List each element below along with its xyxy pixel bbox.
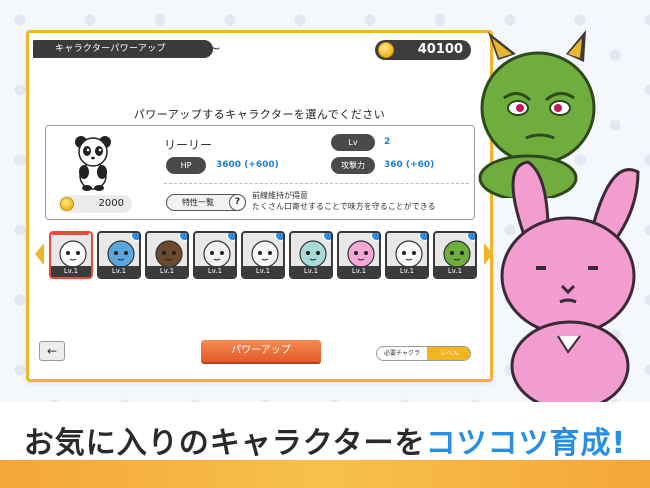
screen-title: キャラクターパワーアップ [55,44,166,54]
trait-line-2: たくさん口寄せすることで味方を守ることができる [252,202,436,211]
new-badge-icon [179,233,187,241]
pink-rabbit-icon [347,240,375,268]
roster-slot[interactable]: Lv.1 [337,231,381,279]
new-badge-icon [275,233,283,241]
character-name: リーリー [164,138,213,152]
instruction-text: パワーアップするキャラクターを選んでください [133,108,386,121]
green-oni-icon [443,240,471,268]
hp-label: HP [166,157,206,174]
powerup-button[interactable]: パワーアップ [201,340,321,362]
roster-level: Lv.1 [147,266,187,277]
sort-by-level[interactable]: レベル [427,347,470,360]
screen-title-tab: キャラクターパワーアップ ~ [33,40,221,58]
roster-level: Lv.1 [435,266,475,277]
divider [164,183,469,184]
roster-slot[interactable]: Lv.1 [97,231,141,279]
roster-slot[interactable]: Lv.1 [433,231,477,279]
white-owl-icon [203,240,231,268]
new-badge-icon [131,233,139,241]
roster-level: Lv.1 [339,266,379,277]
level-value: 2 [384,137,391,147]
trait-list-label: 特性一覧 [182,198,214,207]
roster-slot[interactable]: SELECT Lv.1 [49,231,93,279]
character-roster: SELECT Lv.1 Lv.1 Lv.1 Lv.1 Lv.1 Lv.1 Lv.1 Lv.1 Lv… [35,229,493,283]
new-badge-icon [323,233,331,241]
panel-header: キャラクターパワーアップ ~ 40100 [29,33,490,63]
promo-text-main: お気に入りのキャラクターを [23,426,426,461]
powerup-panel: キャラクターパワーアップ ~ 40100 パワーアップするキャラクターを選んでく… [26,30,493,382]
blue-cat-icon [107,240,135,268]
panda-icon [59,240,87,268]
roster-slot[interactable]: Lv.1 [193,231,237,279]
scroll-left-icon[interactable] [35,243,44,265]
powerup-cost: 2000 [58,195,132,213]
hp-value: 3600 (+600) [216,160,279,170]
ghost-mask-icon [251,240,279,268]
trait-line-1: 前線維持が得意 [252,191,308,200]
teal-spirit-icon [299,240,327,268]
select-tag: SELECT [51,233,89,235]
coin-balance-value: 40100 [417,42,463,57]
swoosh-icon: ~ [209,41,222,57]
promo-text: お気に入りのキャラクターをコツコツ育成! [0,418,650,462]
roster-slot[interactable]: Lv.1 [145,231,189,279]
roster-slot[interactable]: Lv.1 [385,231,429,279]
roster-level: Lv.1 [243,266,283,277]
attack-value: 360 (+60) [384,160,435,170]
coin-balance: 40100 [375,40,471,60]
attack-label: 攻撃力 [331,157,375,174]
roster-slot[interactable]: Lv.1 [241,231,285,279]
panda-portrait [75,136,111,191]
roster-level: Lv.1 [195,266,235,277]
roster-level: Lv.1 [387,266,427,277]
roster-level: Lv.1 [99,266,139,277]
back-button[interactable]: ← [39,341,65,361]
new-badge-icon [419,233,427,241]
trait-description: 前線維持が得意 たくさん口寄せすることで味方を守ることができる [252,190,436,212]
brown-beast-icon [155,240,183,268]
new-badge-icon [227,233,235,241]
promo-text-accent: コツコツ育成! [425,426,627,461]
trait-list-button[interactable]: 特性一覧 ? [166,194,246,211]
sort-toggle[interactable]: 必要チャクラ レベル [376,346,471,361]
help-icon[interactable]: ? [229,194,246,211]
coin-icon [60,197,74,211]
level-label: Lv [331,134,375,151]
new-badge-icon [371,233,379,241]
roster-level: Lv.1 [291,266,331,277]
new-badge-icon [467,233,475,241]
roster-level: Lv.1 [51,266,91,277]
character-detail-card: 2000 リーリー Lv 2 HP 3600 (+600) 攻撃力 360 (+… [45,125,475,220]
coin-icon [378,42,394,58]
sort-by-chakra[interactable]: 必要チャクラ [377,347,427,360]
banner-stripe [0,460,650,488]
pink-rabbit-mascot [500,160,640,406]
white-rabbit-icon [395,240,423,268]
roster-slot[interactable]: Lv.1 [289,231,333,279]
powerup-cost-value: 2000 [98,198,124,209]
